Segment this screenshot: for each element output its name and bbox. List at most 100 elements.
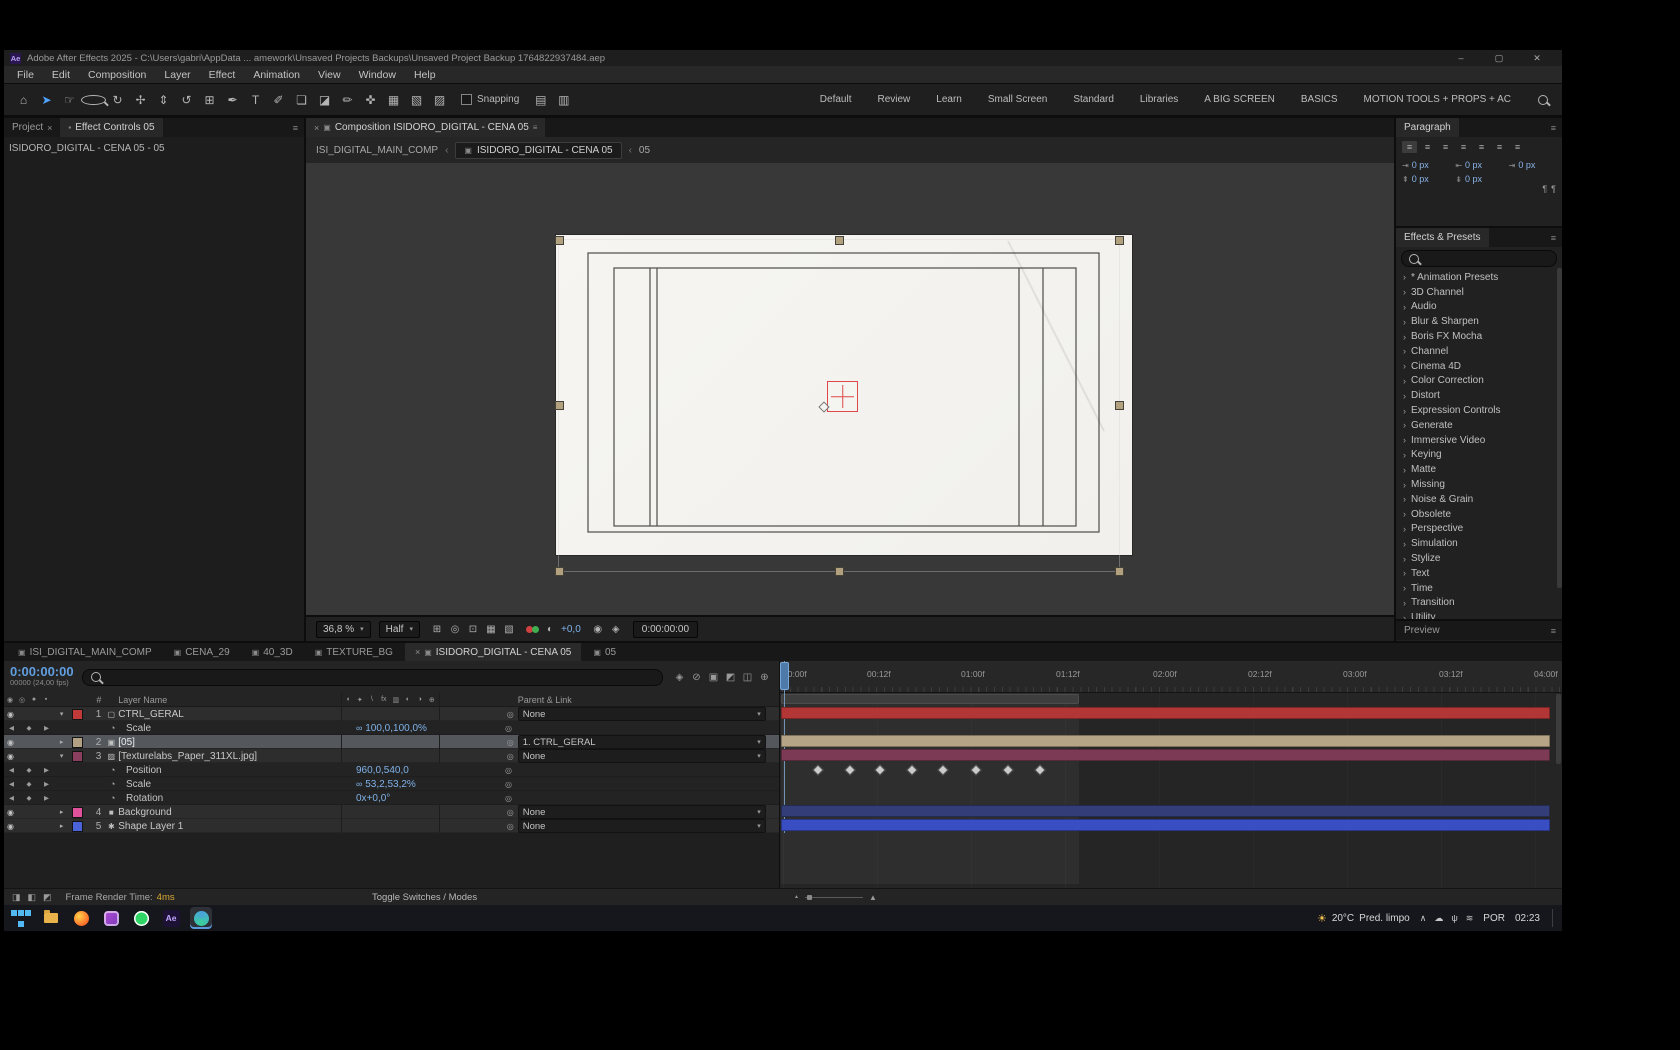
next-keyframe-icon[interactable]: ▶ — [44, 766, 49, 774]
layer-number-column-header[interactable]: # — [85, 695, 104, 705]
effects-category-row[interactable]: › Keying — [1396, 448, 1562, 463]
layer-duration-bar[interactable] — [781, 735, 1550, 747]
selection-handle[interactable] — [555, 236, 564, 245]
roto-brush-tool-icon[interactable]: ✏ — [336, 94, 359, 106]
add-keyframe-icon[interactable]: ◆ — [27, 780, 32, 788]
maximize-button[interactable]: ▢ — [1480, 53, 1518, 64]
layer-duration-bar[interactable] — [781, 707, 1550, 719]
effects-category-row[interactable]: › Audio — [1396, 300, 1562, 315]
timeline-zoom-slider[interactable]: ▲ ▲ — [794, 893, 877, 902]
toggle-transparency-grid-icon[interactable]: ▦ — [482, 624, 500, 635]
effects-category-row[interactable]: › Utility — [1396, 610, 1562, 619]
disclosure-arrow-icon[interactable]: › — [1403, 480, 1406, 490]
snapshot-icon[interactable]: ◉ — [589, 624, 607, 635]
selection-tool-icon[interactable]: ➤ — [35, 94, 58, 106]
zoom-tool-icon[interactable] — [81, 94, 106, 105]
home-tool-icon[interactable]: ⌂ — [12, 94, 35, 106]
add-keyframe-icon[interactable]: ◆ — [27, 766, 32, 774]
previous-keyframe-icon[interactable]: ◀ — [9, 794, 14, 802]
menu-item[interactable]: Animation — [244, 69, 309, 81]
layer-name[interactable]: [05] — [118, 737, 341, 748]
audio-column-icon[interactable]: ◎ — [16, 696, 28, 704]
selection-handle[interactable] — [1115, 401, 1124, 410]
paragraph-direction-rtl-icon[interactable]: ¶ — [1551, 184, 1556, 194]
tab-project[interactable]: Project × — [4, 118, 60, 137]
toggle-mask-visibility-icon[interactable]: ◎ — [446, 624, 464, 635]
timeline-property-row[interactable]: ◀ ◆ ▶ ◔ Scale ∞ 53,2,53,2% ◎ — [4, 777, 779, 791]
mask-feather-icon[interactable]: ▤ — [529, 94, 552, 106]
stopwatch-icon[interactable]: ◔ — [110, 723, 126, 733]
layer-expander[interactable]: ▾ — [54, 752, 70, 760]
effects-category-row[interactable]: › 3D Channel — [1396, 285, 1562, 300]
property-value[interactable]: 960,0,540,0 — [356, 765, 501, 776]
zoom-in-mountain-icon[interactable]: ▲ — [869, 893, 877, 902]
parent-pickwhip-icon[interactable]: ◎ — [503, 710, 518, 719]
parent-link-column-header[interactable]: Parent & Link — [518, 695, 779, 705]
disclosure-arrow-icon[interactable]: › — [1403, 435, 1406, 445]
layer-visibility-toggle[interactable]: ◉ — [4, 752, 17, 761]
hidden-icons-chevron[interactable]: ∧ — [1420, 913, 1427, 924]
tab-paragraph[interactable]: Paragraph — [1396, 118, 1459, 137]
timeline-layer-row[interactable]: ◉ ▾ 3 ▨ [Texturelabs_Paper_311XL.jpg] ◎ None ▾ — [4, 749, 779, 763]
clone-stamp-tool-icon[interactable]: ❏ — [290, 94, 313, 106]
composition-viewer[interactable] — [306, 163, 1394, 615]
draft-3d-icon[interactable]: ▣ — [705, 672, 722, 683]
quality-column-icon[interactable]: \ — [366, 696, 378, 703]
current-time-display[interactable]: 0:00:00:00 — [10, 665, 74, 678]
region-of-interest-icon[interactable]: ⊡ — [464, 624, 482, 635]
layer-duration-bar[interactable] — [781, 749, 1550, 761]
stopwatch-icon[interactable]: ◔ — [110, 779, 126, 789]
effects-search-input[interactable] — [1401, 250, 1557, 267]
motion-blur-column-icon[interactable]: ◐ — [402, 696, 414, 703]
property-value[interactable]: ∞ 53,2,53,2% — [356, 779, 501, 790]
frame-blend-column-icon[interactable]: ▥ — [390, 696, 402, 704]
paragraph-indent-field[interactable]: ⇥ 0 px — [1509, 160, 1556, 170]
parent-link-dropdown[interactable]: None ▾ — [517, 749, 766, 763]
menu-item[interactable]: Layer — [155, 69, 199, 81]
next-keyframe-icon[interactable]: ▶ — [44, 724, 49, 732]
start-taskbar-icon[interactable] — [10, 907, 32, 929]
effects-category-row[interactable]: › Time — [1396, 581, 1562, 596]
constrain-proportions-icon[interactable]: ∞ — [356, 779, 362, 789]
effects-category-row[interactable]: › Perspective — [1396, 522, 1562, 537]
pen-tool-icon[interactable]: ✒ — [221, 94, 244, 106]
panel-menu-icon[interactable]: ≡ — [287, 123, 304, 133]
selection-handle[interactable] — [555, 401, 564, 410]
add-keyframe-icon[interactable]: ◆ — [27, 794, 32, 802]
property-pickwhip-icon[interactable]: ◎ — [501, 766, 516, 775]
constrain-proportions-icon[interactable]: ∞ — [356, 723, 362, 733]
align-center-text-icon[interactable]: ≡ — [1420, 141, 1435, 153]
timeline-property-row[interactable]: ◀ ◆ ▶ ◔ Scale ∞ 100,0,100,0% ◎ — [4, 721, 779, 735]
timeline-tab[interactable]: ▣ 40_3D — [242, 643, 303, 661]
workspace-tab[interactable]: Learn — [936, 94, 962, 105]
taskbar-clock[interactable]: 02:23 — [1515, 913, 1540, 924]
lock-column-icon[interactable]: ▪ — [40, 696, 52, 703]
view-options-icon[interactable]: ▨ — [428, 94, 451, 106]
timeline-layer-row[interactable]: ◉ ▸ 5 ✱ Shape Layer 1 ◎ None ▾ — [4, 819, 779, 833]
parent-pickwhip-icon[interactable]: ◎ — [503, 822, 518, 831]
timeline-layer-row[interactable]: ◉ ▸ 4 ■ Background ◎ None ▾ — [4, 805, 779, 819]
language-indicator[interactable]: POR — [1483, 913, 1505, 924]
onedrive-icon[interactable]: ☁ — [1434, 913, 1443, 924]
disclosure-arrow-icon[interactable]: › — [1403, 450, 1406, 460]
frame-blending-icon[interactable]: ◫ — [739, 672, 756, 683]
parent-pickwhip-icon[interactable]: ◎ — [503, 738, 518, 747]
show-desktop-button[interactable] — [1552, 909, 1556, 927]
paragraph-indent-field[interactable]: ⇞ 0 px — [1402, 174, 1449, 184]
layer-duration-bar[interactable] — [781, 805, 1550, 817]
snapping-control[interactable]: Snapping — [461, 94, 519, 105]
volume-network-icon[interactable]: ≋ — [1466, 913, 1474, 924]
zoom-out-mountain-icon[interactable]: ▲ — [794, 894, 799, 900]
disclosure-arrow-icon[interactable]: › — [1403, 494, 1406, 504]
effects-category-row[interactable]: › Color Correction — [1396, 374, 1562, 389]
effects-category-row[interactable]: › Matte — [1396, 462, 1562, 477]
selection-handle[interactable] — [555, 567, 564, 576]
timeline-layer-row[interactable]: ◉ ▾ 1 ▢ CTRL_GERAL ◎ None ▾ — [4, 707, 779, 721]
timeline-tab[interactable]: × ▣ ISIDORO_DIGITAL - CENA 05 — [404, 643, 582, 661]
parent-link-dropdown[interactable]: None ▾ — [517, 707, 766, 721]
panel-menu-icon[interactable]: ≡ — [1545, 626, 1562, 636]
show-channel-icon[interactable] — [525, 625, 539, 633]
property-pickwhip-icon[interactable]: ◎ — [501, 794, 516, 803]
disclosure-arrow-icon[interactable]: › — [1403, 420, 1406, 430]
effects-category-row[interactable]: › Noise & Grain — [1396, 492, 1562, 507]
